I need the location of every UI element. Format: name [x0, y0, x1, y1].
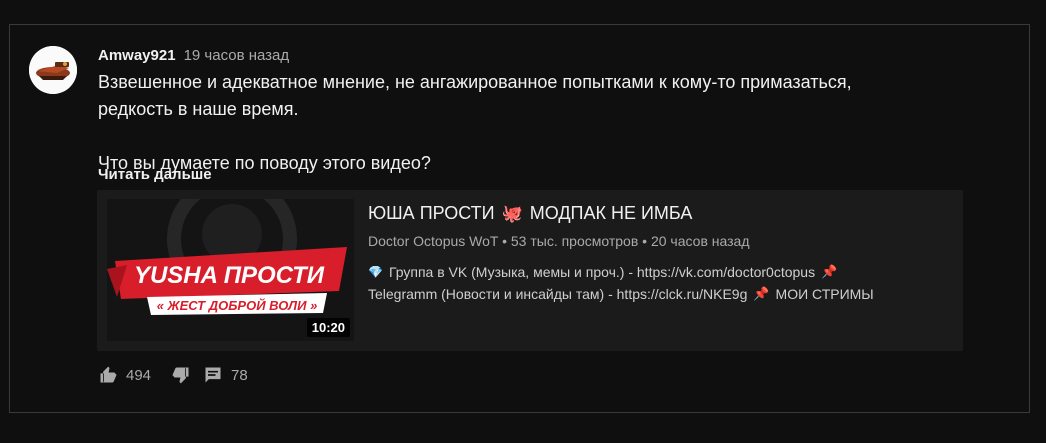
- video-title[interactable]: ЮША ПРОСТИ 🐙 МОДПАК НЕ ИМБА: [368, 203, 692, 224]
- post-header: Amway921 19 часов назад: [98, 47, 289, 64]
- thumbnail-title: YUSHA ПРОСТИ: [134, 262, 325, 289]
- post-text-line: Что вы думаете по поводу этого видео?: [98, 153, 431, 173]
- read-more-button[interactable]: Читать дальше: [98, 166, 212, 183]
- thumb-up-icon[interactable]: [98, 365, 118, 385]
- octopus-emoji-icon: 🐙: [501, 203, 523, 223]
- thumbnail-subtitle: « ЖЕСТ ДОБРОЙ ВОЛИ »: [157, 297, 318, 313]
- like-count: 494: [126, 366, 152, 384]
- comment-count: 78: [231, 366, 248, 384]
- description-text: МОИ СТРИМЫ: [775, 286, 874, 302]
- author-name[interactable]: Amway921: [98, 47, 176, 64]
- community-post: Amway921 19 часов назад Взвешенное и аде…: [9, 24, 1030, 413]
- post-text-line: Взвешенное и адекватное мнение, не ангаж…: [98, 72, 852, 92]
- thumb-down-icon[interactable]: [171, 365, 191, 385]
- video-duration: 10:20: [306, 318, 350, 337]
- post-time[interactable]: 19 часов назад: [184, 47, 290, 64]
- video-description-line: Telegramm (Новости и инсайды там) - http…: [368, 283, 958, 305]
- post-text: Взвешенное и адекватное мнение, не ангаж…: [98, 69, 978, 177]
- video-thumbnail[interactable]: YUSHA ПРОСТИ « ЖЕСТ ДОБРОЙ ВОЛИ » 10:20: [107, 199, 354, 341]
- description-text: Группа в VK (Музыка, мемы и проч.) - htt…: [388, 264, 816, 280]
- video-meta: Doctor Octopus WoT • 53 тыс. просмотров …: [368, 233, 750, 249]
- description-text: Telegramm (Новости и инсайды там) - http…: [368, 286, 748, 302]
- post-actions: 494 78: [98, 365, 248, 385]
- video-description-line: 💎 Группа в VK (Музыка, мемы и проч.) - h…: [368, 261, 958, 283]
- pin-emoji-icon: 📌: [821, 264, 838, 279]
- avatar[interactable]: [29, 46, 77, 94]
- pin-emoji-icon: 📌: [753, 286, 770, 301]
- video-title-part: ЮША ПРОСТИ: [368, 203, 495, 223]
- comment-icon[interactable]: [203, 365, 223, 385]
- post-text-blank: [98, 123, 978, 150]
- video-description: 💎 Группа в VK (Музыка, мемы и проч.) - h…: [368, 261, 958, 305]
- video-title-part: МОДПАК НЕ ИМБА: [529, 203, 693, 223]
- attached-video-card[interactable]: YUSHA ПРОСТИ « ЖЕСТ ДОБРОЙ ВОЛИ » 10:20 …: [97, 190, 963, 351]
- gem-emoji-icon: 💎: [368, 265, 383, 279]
- post-text-line: редкость в наше время.: [98, 99, 299, 119]
